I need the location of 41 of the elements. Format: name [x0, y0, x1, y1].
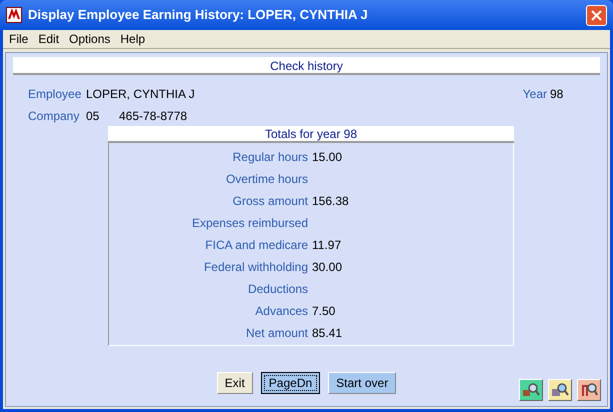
- field-label: Overtime hours: [224, 171, 309, 188]
- year-label: Year: [522, 86, 547, 103]
- field-value: 15.00: [312, 149, 342, 166]
- field-label: FICA and medicare: [204, 237, 309, 254]
- field-label: Regular hours: [232, 149, 309, 166]
- action-button[interactable]: Exit: [216, 372, 253, 394]
- field-value: 7.50: [312, 303, 336, 320]
- app-icon: [6, 7, 22, 23]
- totals-title: Totals for year 98: [108, 126, 514, 143]
- employee-name: LOPER, CYNTHIA J: [86, 86, 196, 103]
- field-label: Net amount: [244, 325, 309, 342]
- close-icon: [591, 10, 602, 20]
- ssn-value: 465-78-8778: [119, 108, 188, 125]
- magnifier-icon: [551, 382, 569, 398]
- search-button[interactable]: [548, 379, 572, 401]
- close-button[interactable]: [586, 4, 607, 26]
- menu-item[interactable]: Edit: [38, 30, 60, 48]
- company-code: 05: [86, 108, 100, 125]
- field-value: 30.00: [312, 259, 342, 276]
- menu-item[interactable]: File: [9, 30, 28, 48]
- search-button[interactable]: [519, 379, 543, 401]
- window-title: Display Employee Earning History: LOPER, CYNTHIA J: [28, 6, 369, 24]
- section-title: Check history: [13, 57, 600, 75]
- field-label: Expenses reimbursed: [190, 215, 309, 232]
- action-button[interactable]: PageDn: [260, 372, 320, 394]
- search-button[interactable]: [577, 379, 601, 401]
- action-button[interactable]: Start over: [328, 372, 396, 394]
- company-label: Company: [28, 108, 80, 125]
- field-label: Gross amount: [232, 193, 309, 210]
- magnifier-icon: [580, 382, 598, 398]
- employee-label: Employee: [28, 86, 82, 103]
- field-value: 11.97: [312, 237, 342, 254]
- field-value: 156.38: [312, 193, 349, 210]
- field-label: Federal withholding: [202, 259, 309, 276]
- menu-item[interactable]: Help: [120, 30, 146, 48]
- field-value: 85.41: [312, 325, 342, 342]
- year-value: 98: [550, 86, 564, 103]
- field-label: Advances: [254, 303, 309, 320]
- menu-item[interactable]: Options: [69, 30, 110, 48]
- field-label: Deductions: [246, 281, 309, 298]
- magnifier-icon: [522, 382, 540, 398]
